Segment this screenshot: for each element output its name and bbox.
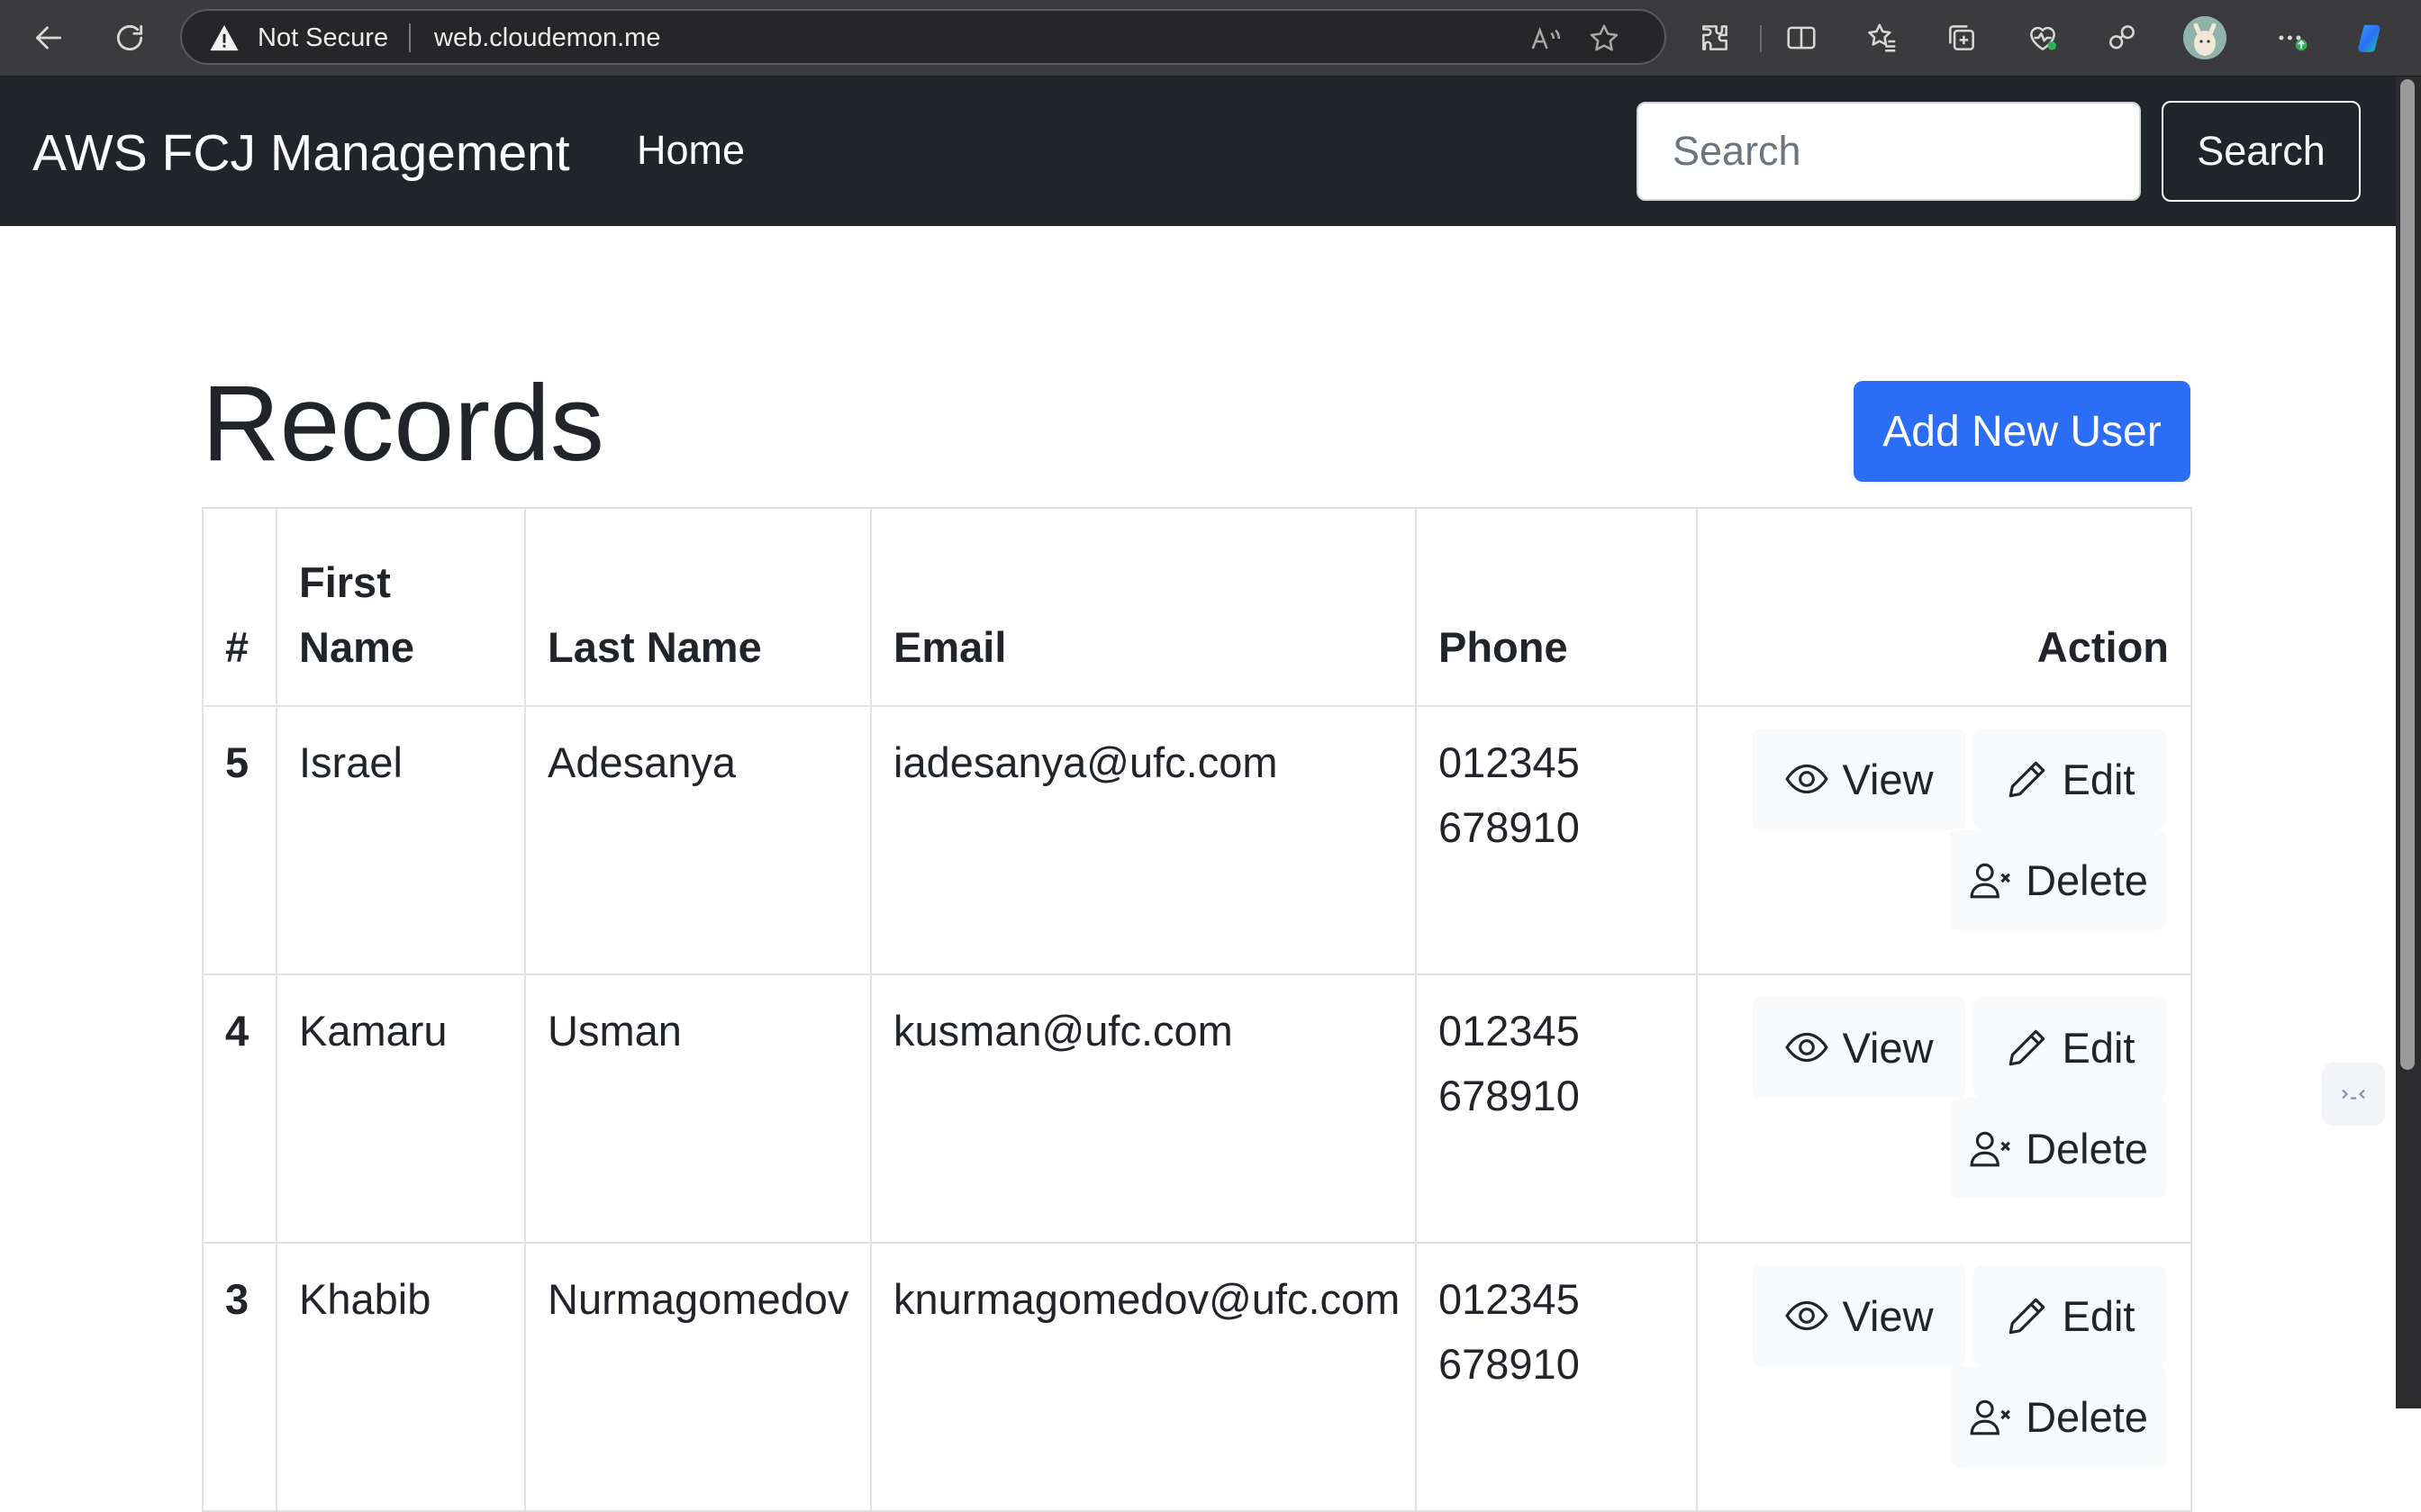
url-text[interactable]: web.cloudemon.me [434,23,660,53]
table-row: 3 Khabib Nurmagomedov knurmagomedov@ufc.… [202,1242,2192,1512]
cell-first-name: Kamaru [276,973,526,1244]
cell-phone: 012345 678910 [1415,973,1698,1244]
edit-label: Edit [2062,1023,2135,1072]
cell-first-name: Khabib [276,1242,526,1512]
eye-icon [1785,764,1829,794]
cell-last-name: Usman [524,973,872,1244]
pencil-icon [2008,1298,2045,1335]
person-remove-icon [1970,863,2011,899]
pencil-icon [2008,761,2045,798]
cell-email: iadesanya@ufc.com [870,705,1417,975]
cell-email: kusman@ufc.com [870,973,1417,1244]
cell-last-name: Nurmagomedov [524,1242,872,1512]
column-header-phone: Phone [1415,507,1698,707]
column-header-id: # [202,507,277,707]
delete-button[interactable]: Delete [1950,829,2166,930]
view-button[interactable]: View [1752,1265,1966,1366]
view-label: View [1842,1291,1934,1340]
pencil-icon [2008,1029,2045,1066]
eye-icon [1785,1300,1829,1331]
cell-last-name: Adesanya [524,705,872,975]
search-input[interactable] [1637,102,2141,201]
add-new-user-button[interactable]: Add New User [1854,381,2190,482]
cell-phone: 012345 678910 [1415,1242,1698,1512]
share-icon[interactable] [2100,16,2144,59]
cell-actions: View Edit Delete [1696,973,2192,1244]
split-screen-icon[interactable] [1780,16,1823,59]
warning-icon [210,24,239,51]
security-status[interactable]: Not Secure [258,23,388,53]
column-header-first-name: First Name [276,507,526,707]
copilot-icon[interactable] [2349,16,2392,59]
brand-title[interactable]: AWS FCJ Management [32,123,570,183]
cell-id: 4 [202,973,277,1244]
back-arrow-icon[interactable] [27,16,70,59]
address-bar[interactable]: Not Secure web.cloudemon.me [180,9,1666,65]
cell-actions: View Edit Delete [1696,705,2192,975]
cell-phone: 012345 678910 [1415,705,1698,975]
records-table: # First Name Last Name Email Phone Actio… [202,507,2192,1512]
column-header-email: Email [870,507,1417,707]
delete-button[interactable]: Delete [1950,1098,2166,1199]
cell-id: 5 [202,705,277,975]
delete-label: Delete [2026,1392,2148,1441]
collections-icon[interactable] [1940,16,1983,59]
profile-avatar[interactable] [2183,16,2226,59]
person-remove-icon [1970,1131,2011,1167]
table-row: 5 Israel Adesanya iadesanya@ufc.com 0123… [202,705,2192,975]
table-row: 4 Kamaru Usman kusman@ufc.com 012345 678… [202,973,2192,1244]
eye-icon [1785,1032,1829,1063]
view-label: View [1842,755,1934,803]
view-button[interactable]: View [1752,997,1966,1098]
view-button[interactable]: View [1752,729,1966,829]
edit-label: Edit [2062,1291,2135,1340]
extensions-icon[interactable] [1693,16,1736,59]
refresh-icon[interactable] [108,16,151,59]
person-remove-icon [1970,1399,2011,1435]
address-separator [409,23,411,52]
toolbar-divider [1760,25,1762,52]
cell-id: 3 [202,1242,277,1512]
browser-essentials-icon[interactable] [2021,16,2064,59]
nav-home-link[interactable]: Home [637,127,745,174]
cell-email: knurmagomedov@ufc.com [870,1242,1417,1512]
more-options-icon[interactable] [2270,16,2313,59]
view-label: View [1842,1023,1934,1072]
top-navbar: AWS FCJ Management Home Search [0,77,2396,226]
edit-button[interactable]: Edit [1973,1265,2166,1366]
edit-button[interactable]: Edit [1973,997,2166,1098]
delete-label: Delete [2026,856,2148,904]
favorite-star-icon[interactable] [1587,22,1621,56]
sidebar-toggle-icon[interactable] [2322,1063,2385,1126]
page-title: Records [202,363,604,484]
edit-button[interactable]: Edit [1973,729,2166,829]
table-header-row: # First Name Last Name Email Phone Actio… [202,507,2192,707]
search-button[interactable]: Search [2162,101,2361,202]
edit-label: Edit [2062,755,2135,803]
delete-button[interactable]: Delete [1950,1366,2166,1467]
scrollbar-thumb[interactable] [2400,79,2415,1070]
column-header-action: Action [1696,507,2192,707]
cell-first-name: Israel [276,705,526,975]
browser-toolbar: Not Secure web.cloudemon.me [0,0,2421,77]
delete-label: Delete [2026,1124,2148,1172]
favorites-icon[interactable] [1861,16,1904,59]
read-aloud-icon[interactable] [1528,22,1563,56]
cell-actions: View Edit Delete [1696,1242,2192,1512]
column-header-last-name: Last Name [524,507,872,707]
